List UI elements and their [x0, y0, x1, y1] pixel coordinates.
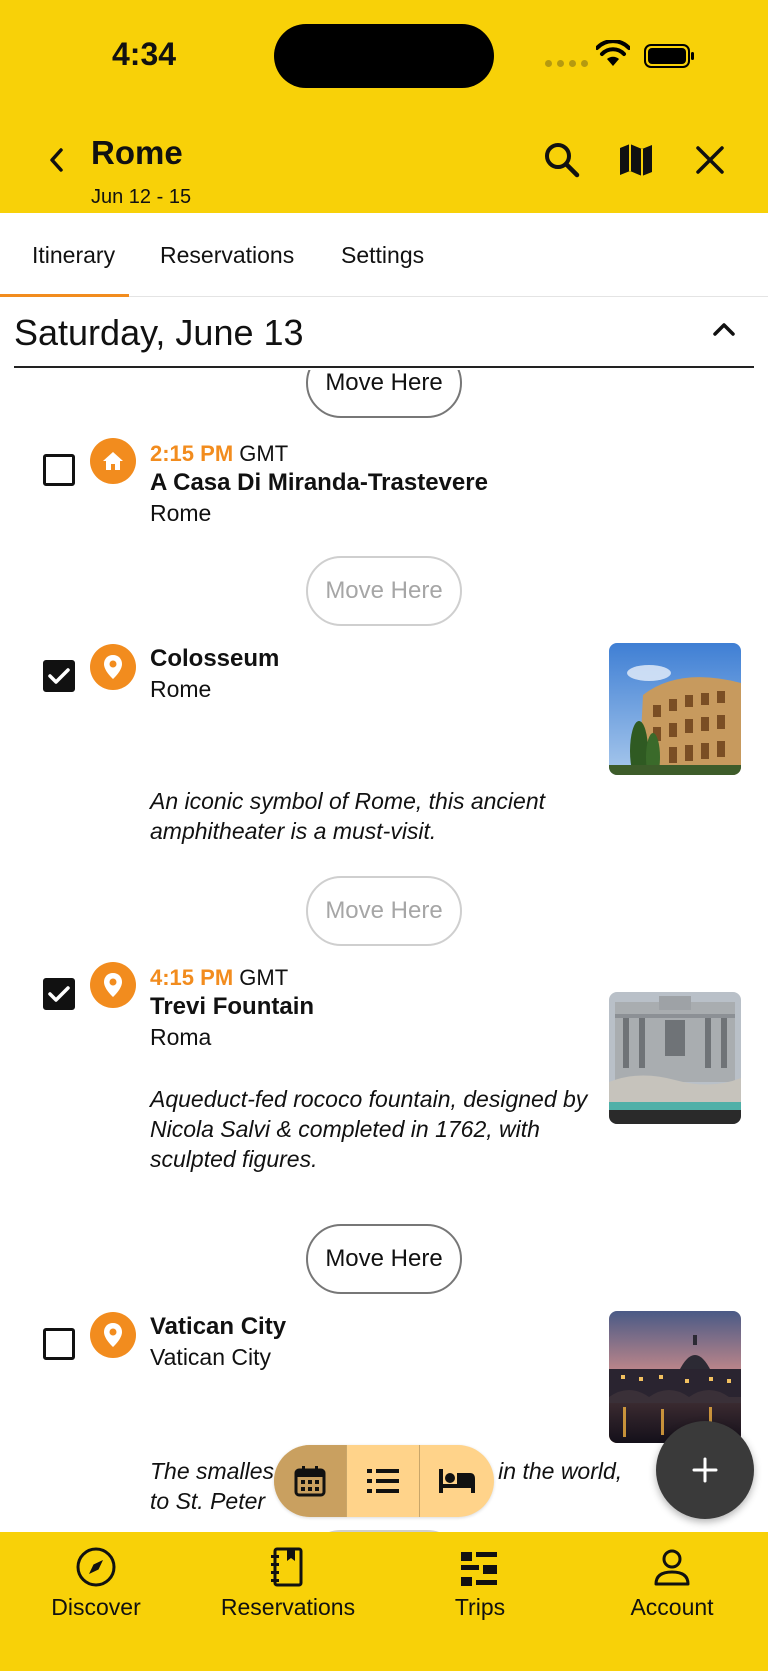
description-fragment: e in the world, — [478, 1458, 623, 1484]
item-title: A Casa Di Miranda-Trastevere — [150, 469, 488, 496]
move-here-button[interactable]: Move Here — [306, 556, 462, 626]
trip-title: Rome — [91, 134, 183, 171]
calendar-icon — [294, 1466, 326, 1497]
bottom-navigation: Discover Reservations Trips Account — [0, 1532, 768, 1671]
nav-reservations[interactable]: Reservations — [192, 1532, 384, 1671]
item-checkbox[interactable] — [43, 1328, 75, 1360]
list-icon — [367, 1469, 399, 1493]
bed-icon — [438, 1469, 475, 1493]
item-timezone: GMT — [239, 441, 289, 466]
view-mode-switcher — [274, 1445, 494, 1517]
description-fragment: to St. Peter — [150, 1488, 266, 1514]
battery-icon — [644, 44, 694, 68]
day-section-header[interactable]: Saturday, June 13 — [14, 298, 754, 368]
item-checkbox[interactable] — [43, 978, 75, 1010]
item-time: 2:15 PM — [150, 441, 234, 466]
item-type-badge — [90, 1312, 136, 1358]
nav-discover[interactable]: Discover — [0, 1532, 192, 1671]
back-button[interactable] — [38, 140, 74, 180]
move-here-button[interactable]: Move Here — [306, 876, 462, 946]
cellular-signal-icon — [545, 60, 588, 67]
tab-reservations[interactable]: Reservations — [160, 213, 294, 297]
location-pin-icon — [104, 1323, 122, 1347]
status-time: 4:34 — [112, 36, 177, 72]
item-title: Vatican City — [150, 1313, 287, 1340]
item-timezone: GMT — [239, 965, 289, 990]
close-button[interactable] — [688, 138, 732, 182]
item-location: Rome — [150, 500, 212, 526]
home-icon — [103, 452, 123, 470]
location-pin-icon — [104, 973, 122, 997]
item-type-badge — [90, 962, 136, 1008]
item-type-badge — [90, 644, 136, 690]
nav-label: Reservations — [220, 1594, 356, 1620]
list-view-button[interactable] — [347, 1445, 420, 1517]
item-location: Vatican City — [150, 1344, 272, 1370]
nav-label: Account — [630, 1594, 714, 1620]
item-details[interactable]: 2:15 PM GMT A Casa Di Miranda-Trastevere… — [150, 440, 488, 528]
trevi-fountain-photo[interactable] — [609, 992, 741, 1124]
dynamic-island — [274, 24, 494, 88]
item-title: Trevi Fountain — [150, 993, 315, 1020]
checkmark-icon — [48, 986, 70, 1002]
item-details[interactable]: 4:15 PM GMT Trevi Fountain Roma — [150, 964, 314, 1052]
trip-dates: Jun 12 - 15 — [91, 186, 192, 208]
search-button[interactable] — [540, 138, 584, 182]
description-fragment: The smalles — [150, 1458, 274, 1484]
item-description: Aqueduct-fed rococo fountain, designed b… — [150, 1086, 588, 1172]
nav-account[interactable]: Account — [576, 1532, 768, 1671]
nav-label: Discover — [51, 1594, 141, 1620]
wifi-icon — [596, 40, 630, 66]
compass-icon — [76, 1547, 116, 1587]
active-tab-indicator — [0, 294, 129, 297]
calendar-view-button[interactable] — [274, 1445, 347, 1517]
person-icon — [654, 1549, 690, 1586]
item-details[interactable]: Colosseum Rome — [150, 644, 279, 704]
map-button[interactable] — [614, 138, 658, 182]
location-pin-icon — [104, 655, 122, 679]
item-description: An iconic symbol of Rome, this ancient a… — [150, 788, 546, 844]
tab-settings[interactable]: Settings — [341, 213, 424, 297]
app-header: 4:34 Rome Jun 12 - 15 — [0, 0, 768, 213]
tab-bar: Itinerary Reservations Settings — [0, 213, 768, 297]
item-location: Roma — [150, 1024, 212, 1050]
chevron-left-icon — [50, 148, 63, 172]
checkmark-icon — [48, 668, 70, 684]
item-checkbox[interactable] — [43, 660, 75, 692]
nav-label: Trips — [454, 1594, 506, 1620]
item-location: Rome — [150, 676, 212, 702]
chevron-up-icon[interactable] — [712, 320, 736, 338]
add-item-button[interactable] — [656, 1421, 754, 1519]
item-time: 4:15 PM — [150, 965, 234, 990]
notebook-icon — [271, 1547, 303, 1587]
item-type-badge — [90, 438, 136, 484]
move-here-button[interactable]: Move Here — [306, 1224, 462, 1294]
trips-list-icon — [461, 1552, 497, 1586]
close-icon — [696, 146, 724, 174]
item-checkbox[interactable] — [43, 454, 75, 486]
move-here-button[interactable]: Move Here — [306, 370, 462, 418]
item-details[interactable]: Vatican City Vatican City — [150, 1312, 286, 1372]
item-title: Colosseum — [150, 645, 280, 672]
tab-itinerary[interactable]: Itinerary — [32, 213, 115, 297]
map-icon — [620, 144, 652, 176]
plus-icon — [692, 1457, 718, 1483]
itinerary-list[interactable]: Move Here 2:15 PM GMT A Casa Di Miranda-… — [0, 370, 768, 1532]
search-icon — [545, 143, 580, 178]
day-title: Saturday, June 13 — [14, 312, 304, 353]
lodging-view-button[interactable] — [420, 1445, 493, 1517]
colosseum-photo[interactable] — [609, 643, 741, 775]
nav-trips[interactable]: Trips — [384, 1532, 576, 1671]
